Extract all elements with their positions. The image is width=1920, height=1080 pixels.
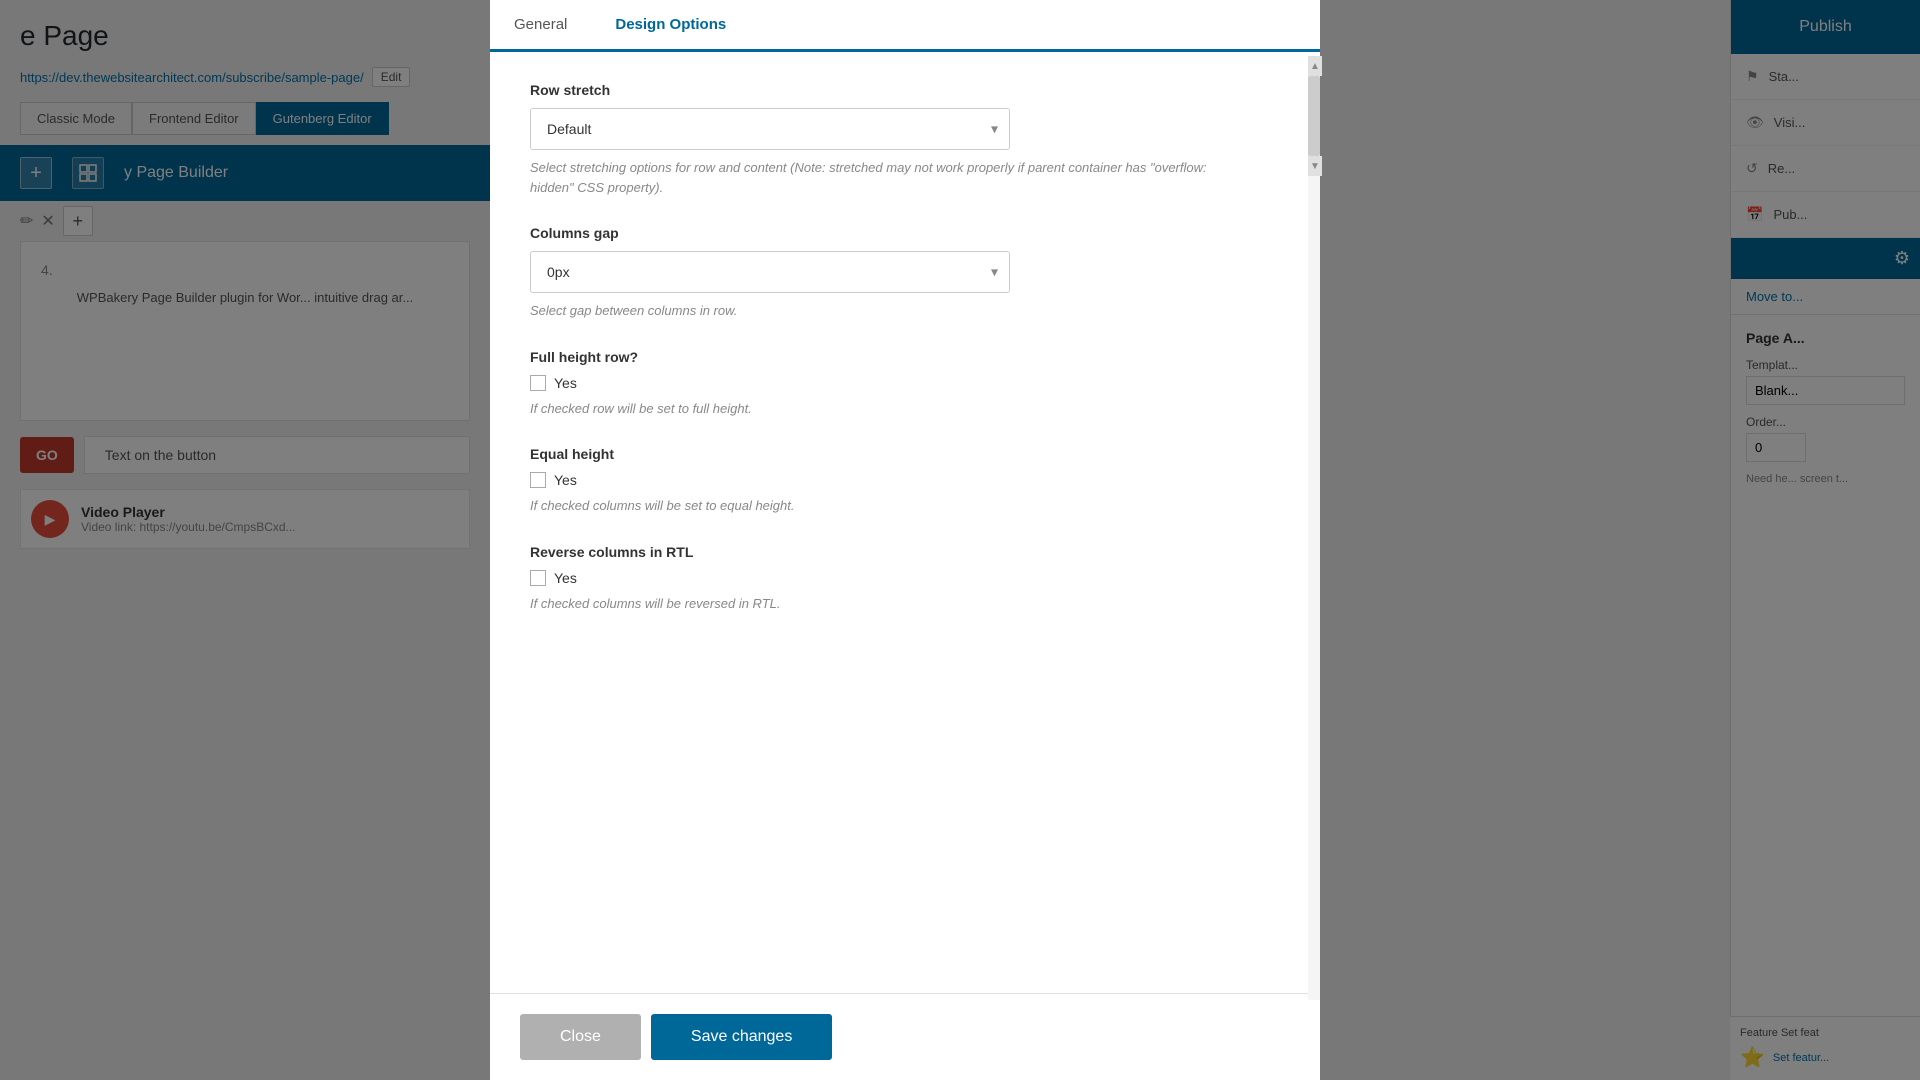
close-button[interactable]: Close <box>520 1014 641 1060</box>
row-settings-modal: General Design Options ▲ ▼ Row stretch D… <box>490 0 1320 1080</box>
equal-height-group: Equal height Yes If checked columns will… <box>530 446 1280 516</box>
row-stretch-select-wrapper: Default Stretch row Stretch row and cont… <box>530 108 1010 150</box>
equal-height-yes-label: Yes <box>554 472 577 488</box>
columns-gap-select[interactable]: 0px 5px 10px 15px 20px 35px <box>530 251 1010 293</box>
reverse-rtl-group: Reverse columns in RTL Yes If checked co… <box>530 544 1280 614</box>
tab-general[interactable]: General <box>490 0 591 52</box>
modal-body: Row stretch Default Stretch row Stretch … <box>490 52 1320 993</box>
full-height-yes-label: Yes <box>554 375 577 391</box>
full-height-group: Full height row? Yes If checked row will… <box>530 349 1280 419</box>
save-changes-button[interactable]: Save changes <box>651 1014 832 1060</box>
full-height-checkbox-row: Yes <box>530 375 1280 391</box>
equal-height-label: Equal height <box>530 446 1280 462</box>
row-stretch-select[interactable]: Default Stretch row Stretch row and cont… <box>530 108 1010 150</box>
scroll-up-button[interactable]: ▲ <box>1308 56 1322 76</box>
equal-height-checkbox-row: Yes <box>530 472 1280 488</box>
equal-height-hint: If checked columns will be set to equal … <box>530 496 1230 516</box>
reverse-rtl-checkbox-row: Yes <box>530 570 1280 586</box>
full-height-checkbox[interactable] <box>530 375 546 391</box>
modal-tabs: General Design Options <box>490 0 1320 52</box>
modal-footer: Close Save changes <box>490 993 1320 1080</box>
row-stretch-hint: Select stretching options for row and co… <box>530 158 1230 197</box>
row-stretch-group: Row stretch Default Stretch row Stretch … <box>530 82 1280 197</box>
scrollbar-thumb[interactable] <box>1308 76 1320 156</box>
reverse-rtl-yes-label: Yes <box>554 570 577 586</box>
tab-design-options[interactable]: Design Options <box>591 0 750 52</box>
modal-scrollbar[interactable]: ▲ ▼ <box>1308 56 1320 1000</box>
scroll-down-button[interactable]: ▼ <box>1308 156 1322 176</box>
columns-gap-hint: Select gap between columns in row. <box>530 301 1230 321</box>
reverse-rtl-hint: If checked columns will be reversed in R… <box>530 594 1230 614</box>
full-height-label: Full height row? <box>530 349 1280 365</box>
full-height-hint: If checked row will be set to full heigh… <box>530 399 1230 419</box>
reverse-rtl-label: Reverse columns in RTL <box>530 544 1280 560</box>
columns-gap-group: Columns gap 0px 5px 10px 15px 20px 35px … <box>530 225 1280 321</box>
reverse-rtl-checkbox[interactable] <box>530 570 546 586</box>
columns-gap-select-wrapper: 0px 5px 10px 15px 20px 35px ▾ <box>530 251 1010 293</box>
row-stretch-label: Row stretch <box>530 82 1280 98</box>
columns-gap-label: Columns gap <box>530 225 1280 241</box>
equal-height-checkbox[interactable] <box>530 472 546 488</box>
